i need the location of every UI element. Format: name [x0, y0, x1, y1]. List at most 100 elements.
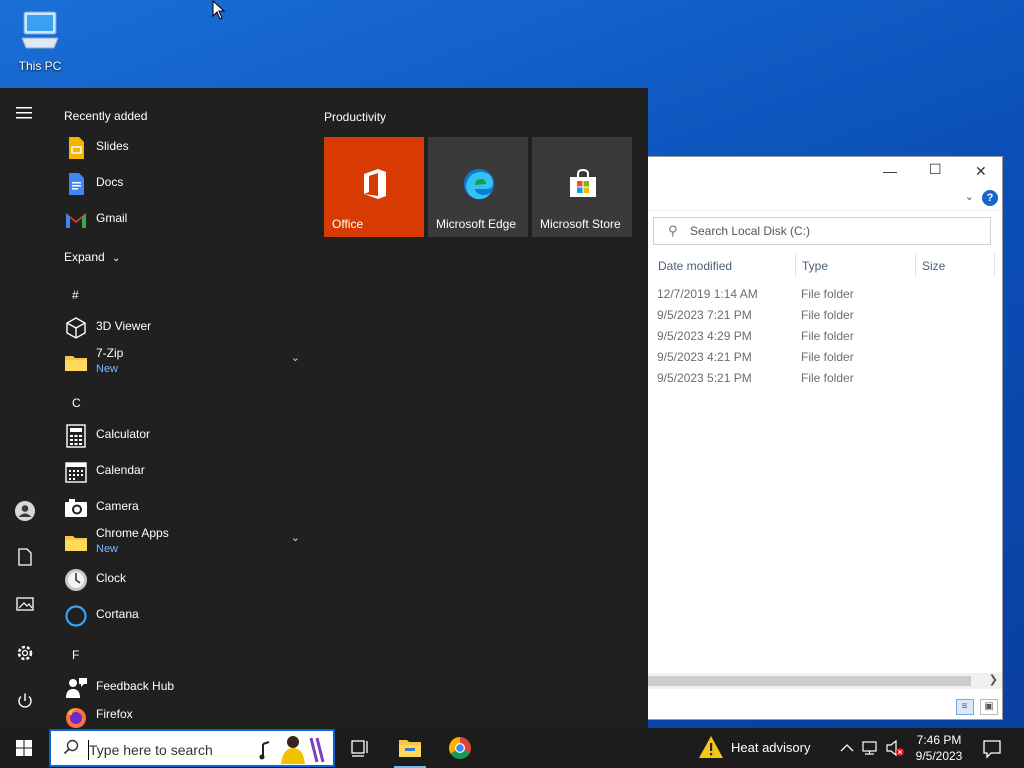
app-item-firefox[interactable]: Firefox [64, 700, 300, 728]
task-view-icon [351, 740, 368, 757]
feedback-hub-icon [66, 678, 87, 698]
settings-gear-icon[interactable] [13, 644, 37, 668]
app-item-calendar[interactable]: Calendar [64, 456, 300, 490]
letter-heading[interactable]: C [72, 396, 81, 410]
app-list[interactable]: Recently added Slides Docs Gmail Expand … [50, 88, 308, 728]
column-type[interactable]: Type [802, 259, 828, 273]
app-name: Firefox [96, 707, 133, 721]
taskbar-search-box[interactable]: Type here to search [49, 729, 335, 767]
volume-button[interactable] [884, 728, 906, 768]
table-row[interactable]: 12/7/2019 1:14 AM File folder [657, 285, 957, 306]
taskbar-clock[interactable]: 7:46 PM 9/5/2023 [910, 732, 968, 764]
folder-icon [65, 356, 87, 371]
clock-time: 7:46 PM [916, 733, 962, 747]
row-date: 9/5/2023 5:21 PM [657, 371, 752, 385]
hamburger-menu-icon[interactable] [13, 106, 37, 130]
column-date-modified[interactable]: Date modified [658, 259, 732, 273]
letter-heading[interactable]: # [72, 288, 79, 302]
tile-label: Microsoft Edge [436, 217, 517, 231]
recently-added-heading: Recently added [64, 109, 148, 123]
chevron-down-icon[interactable]: ⌄ [291, 351, 300, 364]
letter-heading[interactable]: F [72, 648, 79, 662]
chevron-down-icon[interactable]: ⌄ [291, 531, 300, 544]
app-item-camera[interactable]: Camera [64, 492, 300, 526]
app-item-calculator[interactable]: Calculator [64, 420, 300, 454]
taskbar: Type here to search Heat advisory 7:46 P… [0, 728, 1024, 768]
tile-group-title[interactable]: Productivity [324, 110, 386, 124]
mouse-pointer-icon [212, 0, 226, 20]
power-icon[interactable] [13, 692, 37, 716]
app-item-docs[interactable]: Docs [64, 168, 300, 202]
app-item-3d-viewer[interactable]: 3D Viewer [64, 312, 300, 346]
row-date: 9/5/2023 7:21 PM [657, 308, 752, 322]
desktop-icon-this-pc[interactable]: This PC [12, 8, 68, 73]
table-row[interactable]: 9/5/2023 4:29 PM File folder [657, 327, 957, 348]
chevron-down-icon[interactable]: ⌄ [965, 190, 974, 203]
search-highlight-art-icon [255, 732, 331, 764]
warning-icon [699, 736, 723, 758]
row-type: File folder [801, 329, 854, 343]
details-view-icon[interactable]: ≡ [955, 699, 974, 715]
minimize-icon[interactable]: — [883, 163, 897, 179]
app-item-cortana[interactable]: Cortana [64, 600, 300, 634]
app-item-gmail[interactable]: Gmail [64, 204, 300, 238]
close-icon[interactable]: ✕ [975, 163, 987, 180]
app-item-slides[interactable]: Slides [64, 132, 300, 166]
row-type: File folder [801, 371, 854, 385]
calculator-icon [66, 424, 86, 448]
user-account-icon[interactable] [13, 500, 37, 524]
app-name: Clock [96, 571, 127, 585]
action-center-button[interactable] [980, 728, 1004, 768]
tile-microsoft-edge[interactable]: Microsoft Edge [428, 137, 528, 237]
gmail-icon [66, 213, 86, 228]
large-icons-view-icon[interactable]: ▣ [980, 699, 998, 715]
table-row[interactable]: 9/5/2023 4:21 PM File folder [657, 348, 957, 369]
start-button[interactable] [0, 728, 48, 768]
app-name: Cortana [96, 607, 139, 621]
app-item-chrome-apps[interactable]: Chrome Apps New ⌄ [64, 526, 300, 560]
column-size[interactable]: Size [922, 259, 945, 273]
app-item-7-zip[interactable]: 7-Zip New ⌄ [64, 346, 300, 380]
expand-button[interactable]: Expand ⌄ [64, 250, 120, 264]
task-view-button[interactable] [338, 728, 382, 768]
app-name: Slides [96, 139, 129, 153]
taskbar-chrome[interactable] [438, 728, 482, 768]
cortana-icon [65, 605, 87, 627]
app-item-clock[interactable]: Clock [64, 564, 300, 598]
explorer-search-placeholder: Search Local Disk (C:) [690, 224, 811, 238]
clock-icon [65, 569, 87, 591]
chevron-up-icon [840, 744, 854, 752]
app-name: 3D Viewer [96, 319, 152, 333]
explorer-search-input[interactable]: ⚲ Search Local Disk (C:) [653, 217, 991, 245]
tile-office[interactable]: Office [324, 137, 424, 237]
explorer-column-headers: Date modified Type Size [649, 253, 999, 279]
app-name: Docs [96, 175, 124, 189]
app-name: Feedback Hub [96, 679, 175, 693]
network-button[interactable] [860, 728, 882, 768]
slides-icon [69, 137, 84, 159]
search-icon [63, 739, 79, 758]
cube-icon [66, 317, 86, 339]
docs-icon [69, 173, 84, 195]
calendar-icon [65, 462, 87, 483]
tile-microsoft-store[interactable]: Microsoft Store [532, 137, 632, 237]
pictures-icon[interactable] [13, 596, 37, 620]
chrome-icon [449, 737, 471, 759]
table-row[interactable]: 9/5/2023 7:21 PM File folder [657, 306, 957, 327]
notification-icon [983, 740, 1001, 759]
weather-text: Heat advisory [731, 740, 811, 755]
app-name: Gmail [96, 211, 128, 225]
start-rail [0, 88, 50, 728]
tray-overflow-button[interactable] [838, 728, 856, 768]
taskbar-file-explorer[interactable] [388, 728, 432, 768]
table-row[interactable]: 9/5/2023 5:21 PM File folder [657, 369, 957, 390]
row-date: 12/7/2019 1:14 AM [657, 287, 758, 301]
maximize-icon[interactable]: ☐ [929, 161, 942, 178]
row-type: File folder [801, 350, 854, 364]
documents-icon[interactable] [13, 548, 37, 572]
help-icon[interactable]: ? [982, 190, 998, 206]
scroll-right-icon[interactable]: ❯ [989, 673, 998, 686]
camera-icon [65, 499, 87, 517]
app-name: Chrome Apps [96, 526, 169, 540]
firefox-icon [66, 708, 86, 728]
